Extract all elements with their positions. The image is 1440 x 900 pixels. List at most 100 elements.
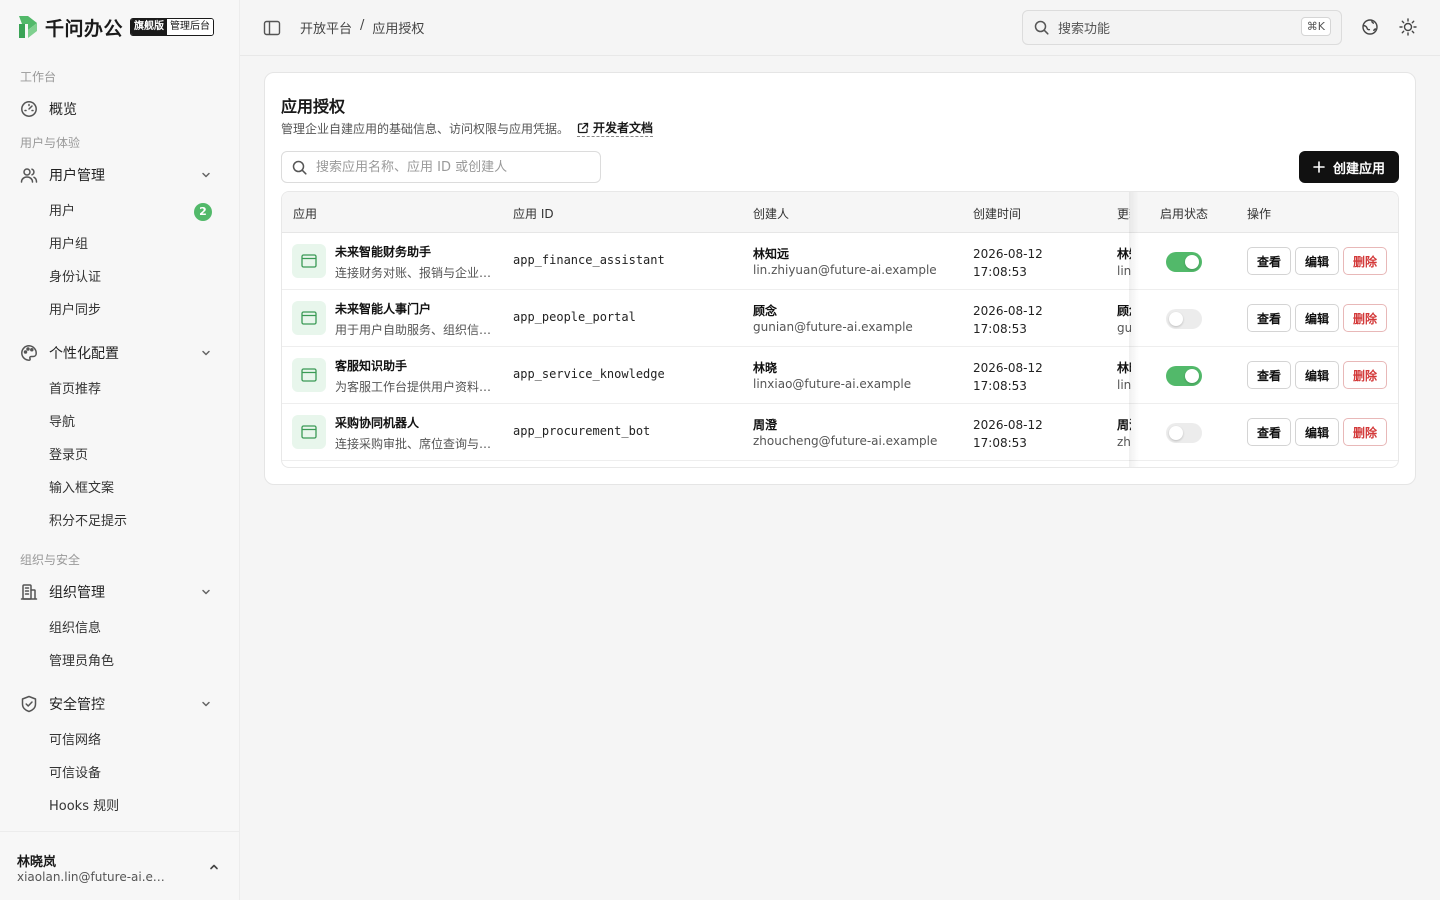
- search-icon: [1034, 20, 1049, 35]
- app-window-icon: [292, 244, 326, 278]
- edit-button[interactable]: 编辑: [1295, 247, 1339, 275]
- section-title-workspace: 工作台: [20, 70, 57, 84]
- account-email: xiaolan.lin@future-ai.example: [17, 870, 165, 884]
- sidebar-item-user-sync[interactable]: 用户同步: [49, 300, 219, 322]
- sidebar-item-navigation[interactable]: 导航: [49, 412, 219, 434]
- sidebar: 千问办公 旗舰版 管理后台 工作台 概览 用户与体验 用户管理 用户 2 用户组…: [0, 0, 240, 900]
- creator-name: 林知远: [753, 247, 790, 261]
- sidebar-item-hooks-rules[interactable]: Hooks 规则: [49, 796, 219, 818]
- sidebar-group-label: 用户管理: [49, 168, 105, 184]
- sticky-column-shadow: [1129, 192, 1139, 467]
- column-header-app-id: 应用 ID: [513, 207, 554, 221]
- delete-button[interactable]: 删除: [1343, 247, 1387, 275]
- table-row: 客服知识助手 为客服工作台提供用户资料… app_service_knowled…: [282, 347, 1398, 404]
- table-row: 采购协同机器人 连接采购审批、席位查询与… app_procurement_bo…: [282, 404, 1398, 461]
- status-toggle[interactable]: [1166, 423, 1202, 443]
- creator-name: 周澄: [753, 418, 778, 432]
- app-name[interactable]: 采购协同机器人: [335, 414, 419, 431]
- developer-docs-link[interactable]: 开发者文档: [577, 119, 654, 137]
- toggle-knob: [1185, 255, 1199, 269]
- create-app-button[interactable]: 创建应用: [1299, 151, 1399, 183]
- app-id: app_people_portal: [513, 310, 636, 324]
- created-date: 2026-08-12: [973, 247, 1043, 261]
- creator-email: gunian@future-ai.example: [753, 320, 913, 334]
- delete-button[interactable]: 删除: [1343, 418, 1387, 446]
- page-description-text: 管理企业自建应用的基础信息、访问权限与应用凭据。: [281, 121, 570, 136]
- toggle-knob: [1169, 312, 1183, 326]
- app-name[interactable]: 未来智能人事门户: [335, 300, 431, 317]
- created-date: 2026-08-12: [973, 304, 1043, 318]
- created-date: 2026-08-12: [973, 361, 1043, 375]
- column-header-created-at: 创建时间: [973, 207, 1022, 221]
- breadcrumb-open-platform[interactable]: 开放平台: [300, 18, 352, 37]
- shield-icon: [20, 695, 38, 713]
- external-link-icon: [577, 122, 589, 134]
- sidebar-toggle-icon[interactable]: [263, 19, 281, 37]
- delete-button[interactable]: 删除: [1343, 304, 1387, 332]
- app-name[interactable]: 未来智能财务助手: [335, 243, 431, 260]
- sidebar-group-user-management[interactable]: 用户管理: [12, 158, 228, 192]
- app-search[interactable]: [281, 151, 601, 183]
- console-label: 管理后台: [167, 19, 214, 35]
- sidebar-item-admin-roles[interactable]: 管理员角色: [49, 651, 219, 673]
- sidebar-item-org-info[interactable]: 组织信息: [49, 618, 219, 640]
- app-window-icon: [292, 301, 326, 335]
- sun-icon[interactable]: [1399, 18, 1417, 36]
- status-toggle[interactable]: [1166, 309, 1202, 329]
- delete-button[interactable]: 删除: [1343, 361, 1387, 389]
- sidebar-group-security[interactable]: 安全管控: [12, 687, 228, 721]
- created-at: 2026-08-12 17:08:53: [973, 245, 1053, 281]
- sidebar-item-login-page[interactable]: 登录页: [49, 445, 219, 467]
- dashboard-icon: [20, 100, 38, 118]
- apps-table: 应用 应用 ID 创建人 创建时间 更新人 启用状态 操作 未来智能财务助手 连…: [281, 191, 1399, 468]
- sidebar-group-org-management[interactable]: 组织管理: [12, 575, 228, 609]
- view-button[interactable]: 查看: [1247, 361, 1291, 389]
- edit-button[interactable]: 编辑: [1295, 304, 1339, 332]
- edit-button[interactable]: 编辑: [1295, 418, 1339, 446]
- breadcrumb-separator: /: [360, 18, 365, 33]
- view-button[interactable]: 查看: [1247, 418, 1291, 446]
- chevron-down-icon: [200, 698, 212, 710]
- sidebar-item-identity-auth[interactable]: 身份认证: [49, 267, 219, 289]
- section-title-users: 用户与体验: [20, 136, 81, 150]
- status-toggle[interactable]: [1166, 252, 1202, 272]
- app-description: 连接采购审批、席位查询与…: [335, 437, 492, 451]
- sidebar-item-trusted-network[interactable]: 可信网络: [49, 730, 219, 752]
- column-header-actions: 操作: [1247, 207, 1272, 221]
- brand-logo-icon: [16, 14, 40, 40]
- app-window-icon: [292, 358, 326, 392]
- users-icon: [20, 166, 38, 184]
- app-id: app_service_knowledge: [513, 367, 665, 381]
- app-name[interactable]: 客服知识助手: [335, 357, 407, 374]
- created-time: 17:08:53: [973, 265, 1027, 279]
- section-title-org-security: 组织与安全: [20, 553, 81, 567]
- sidebar-item-points-alert[interactable]: 积分不足提示: [49, 511, 219, 533]
- column-header-app: 应用: [293, 207, 318, 221]
- sidebar-item-home-recommend[interactable]: 首页推荐: [49, 379, 219, 401]
- sidebar-group-personalization[interactable]: 个性化配置: [12, 336, 228, 370]
- global-search[interactable]: 搜索功能 ⌘K: [1022, 10, 1342, 45]
- app-search-input[interactable]: [316, 159, 586, 175]
- sidebar-item-trusted-device[interactable]: 可信设备: [49, 763, 219, 785]
- table-row: 未来智能人事门户 用于用户自助服务、组织信… app_people_portal…: [282, 290, 1398, 347]
- brand[interactable]: 千问办公 旗舰版 管理后台: [16, 13, 215, 41]
- created-date: 2026-08-12: [973, 418, 1043, 432]
- view-button[interactable]: 查看: [1247, 247, 1291, 275]
- table-row: 未来智能财务助手 连接财务对账、报销与企业… app_finance_assis…: [282, 233, 1398, 290]
- sidebar-item-input-copy[interactable]: 输入框文案: [49, 478, 219, 500]
- sidebar-item-overview[interactable]: 概览: [12, 92, 228, 126]
- table-header: 应用 应用 ID 创建人 创建时间 更新人 启用状态 操作: [282, 192, 1398, 233]
- globe-icon[interactable]: [1361, 18, 1379, 36]
- sidebar-item-user-groups[interactable]: 用户组: [49, 234, 219, 256]
- edition-label: 旗舰版: [131, 19, 168, 35]
- creator-name: 林晓: [753, 361, 778, 375]
- status-toggle[interactable]: [1166, 366, 1202, 386]
- sidebar-item-label: 概览: [49, 102, 77, 118]
- page-title: 应用授权: [281, 97, 346, 116]
- chevron-down-icon: [200, 586, 212, 598]
- account-menu[interactable]: 林晓岚 xiaolan.lin@future-ai.example: [0, 831, 240, 900]
- edit-button[interactable]: 编辑: [1295, 361, 1339, 389]
- developer-docs-label: 开发者文档: [593, 121, 654, 135]
- creator-name: 顾念: [753, 304, 778, 318]
- view-button[interactable]: 查看: [1247, 304, 1291, 332]
